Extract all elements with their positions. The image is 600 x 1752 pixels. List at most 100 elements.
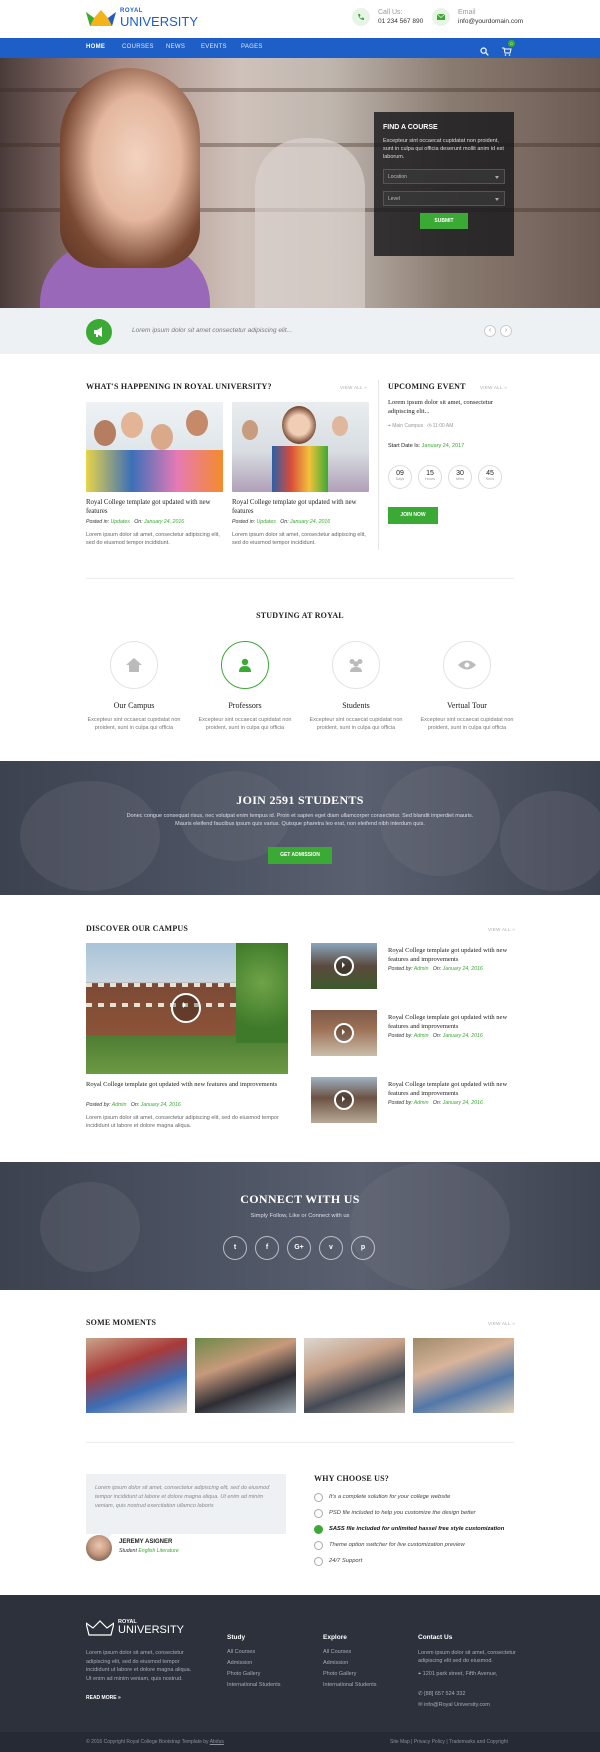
feature-our-campus[interactable]: Our Campus Excepteur sint occaecat cupid…	[86, 641, 182, 732]
footer-link[interactable]: All Courses	[323, 1649, 351, 1655]
submit-button[interactable]: SUBMIT	[420, 213, 468, 229]
author[interactable]: Admin	[414, 1033, 429, 1039]
course-finder-text: Excepteur sint occaecat cupidatat non pr…	[383, 138, 504, 160]
campus-side-title[interactable]: Royal College template got updated with …	[388, 946, 513, 964]
countdown-value: 15	[426, 470, 434, 477]
ticker-next-button[interactable]: ›	[500, 325, 512, 337]
feature-virtual-tour[interactable]: Vertual Tour Excepteur sint occaecat cup…	[419, 641, 515, 732]
play-icon[interactable]	[334, 1023, 354, 1043]
students-icon[interactable]	[332, 641, 380, 689]
moment-photo[interactable]	[413, 1338, 514, 1413]
email[interactable]: info@Royal University.com	[424, 1702, 490, 1708]
moments-view-all[interactable]: VIEW ALL »	[488, 1321, 515, 1326]
facebook-icon[interactable]: f	[255, 1236, 279, 1260]
role: English Literature	[138, 1548, 179, 1554]
nav-news[interactable]: NEWS	[166, 44, 185, 50]
footer-link[interactable]: International Students	[323, 1682, 377, 1688]
testimonial-quote: Lorem ipsum dolor sit amet, consectetur …	[86, 1474, 286, 1540]
megaphone-icon	[86, 319, 112, 345]
campus-side-video[interactable]	[311, 943, 377, 989]
feature-professors[interactable]: Professors Excepteur sint occaecat cupid…	[197, 641, 293, 732]
news-card-title[interactable]: Royal College template got updated with …	[232, 498, 369, 516]
news-card[interactable]: Royal College template got updated with …	[86, 402, 223, 547]
campus-side-title[interactable]: Royal College template got updated with …	[388, 1080, 513, 1098]
author[interactable]: Admin	[112, 1102, 127, 1108]
why-item: Theme option switcher for live customiza…	[314, 1541, 465, 1550]
level-select[interactable]: Level	[383, 191, 505, 206]
eye-icon[interactable]	[443, 641, 491, 689]
campus-side-video[interactable]	[311, 1010, 377, 1056]
countdown-unit: Days	[395, 477, 405, 481]
location-select[interactable]: Location	[383, 169, 505, 184]
ticker-text[interactable]: Lorem ipsum dolor sit amet consectetur a…	[132, 327, 292, 334]
footer-link[interactable]: Photo Gallery	[227, 1671, 260, 1677]
news-category[interactable]: Updates	[111, 519, 130, 525]
news-card-image[interactable]	[232, 402, 369, 492]
news-card-image[interactable]	[86, 402, 223, 492]
phone[interactable]: [88] 657 524 332	[424, 1691, 465, 1697]
why-item: 24/7 Support	[314, 1557, 362, 1566]
get-admission-button[interactable]: GET ADMISSION	[268, 847, 332, 864]
happening-title: WHAT'S HAPPENING IN ROYAL UNIVERSITY?	[86, 382, 272, 391]
footer-link[interactable]: International Students	[227, 1682, 281, 1688]
google-plus-icon[interactable]: G+	[287, 1236, 311, 1260]
author[interactable]: Admin	[414, 966, 429, 972]
nav-home[interactable]: HOME	[86, 44, 105, 50]
pinterest-icon[interactable]: p	[351, 1236, 375, 1260]
author[interactable]: Admin	[414, 1100, 429, 1106]
twitter-icon[interactable]: t	[223, 1236, 247, 1260]
read-more-link[interactable]: READ MORE »	[86, 1695, 121, 1701]
news-card-title[interactable]: Royal College template got updated with …	[86, 498, 223, 516]
campus-main-title[interactable]: Royal College template got updated with …	[86, 1080, 286, 1089]
happening-view-all[interactable]: VIEW ALL »	[340, 385, 367, 390]
nav-courses[interactable]: COURSES	[122, 44, 154, 50]
campus-side-title[interactable]: Royal College template got updated with …	[388, 1013, 513, 1031]
nav-events[interactable]: EVENTS	[201, 44, 227, 50]
play-icon[interactable]	[334, 956, 354, 976]
author-link[interactable]: Abdus	[210, 1739, 224, 1745]
footer-link[interactable]: Admission	[323, 1660, 348, 1666]
event-name[interactable]: Lorem ipsum dolor sit amet, consectetur …	[388, 398, 513, 416]
news-category[interactable]: Updates	[257, 519, 276, 525]
vimeo-icon[interactable]: v	[319, 1236, 343, 1260]
home-icon[interactable]	[110, 641, 158, 689]
why-title: WHY CHOOSE US?	[314, 1474, 389, 1483]
ticker-prev-button[interactable]: ‹	[484, 325, 496, 337]
email-value[interactable]: info@yourdomain.com	[458, 17, 523, 26]
play-icon[interactable]	[171, 993, 201, 1023]
campus-side-meta: Posted by: Admin On: January 24, 2016	[388, 1100, 483, 1106]
campus-main-meta: Posted by: Admin On: January 24, 2016	[86, 1102, 181, 1108]
campus-side-meta: Posted by: Admin On: January 24, 2016	[388, 1033, 483, 1039]
play-icon[interactable]	[334, 1090, 354, 1110]
campus-main-video[interactable]	[86, 943, 288, 1074]
footer-bottom-links[interactable]: Site Map | Privacy Policy | Trademarks a…	[390, 1739, 508, 1745]
feature-students[interactable]: Students Excepteur sint occaecat cupidat…	[308, 641, 404, 732]
nav-pages[interactable]: PAGES	[241, 44, 263, 50]
connect-subtitle: Simply Follow, Like or Connect with us	[250, 1213, 350, 1219]
on-label: On:	[432, 1033, 442, 1039]
check-icon	[314, 1493, 323, 1502]
studying-title: STUDYING AT ROYAL	[256, 611, 344, 620]
footer: ROYAL UNIVERSITY Lorem ipsum dolor sit am…	[0, 1595, 600, 1752]
campus-side-video[interactable]	[311, 1077, 377, 1123]
join-title: JOIN 2591 STUDENTS	[236, 793, 364, 807]
logo[interactable]: ROYAL UNIVERSITY	[86, 8, 198, 28]
countdown-days: 09 Days	[388, 465, 412, 489]
join-now-button[interactable]: JOIN NOW	[388, 507, 438, 524]
footer-link[interactable]: All Courses	[227, 1649, 255, 1655]
footer-logo[interactable]: ROYAL UNIVERSITY	[86, 1619, 184, 1636]
professor-icon[interactable]	[221, 641, 269, 689]
news-card[interactable]: Royal College template got updated with …	[232, 402, 369, 547]
moment-photo[interactable]	[304, 1338, 405, 1413]
footer-link[interactable]: Admission	[227, 1660, 252, 1666]
campus-view-all[interactable]: VIEW ALL »	[488, 927, 515, 932]
check-icon	[314, 1525, 323, 1534]
event-view-all[interactable]: VIEW ALL »	[480, 385, 507, 390]
footer-link[interactable]: Photo Gallery	[323, 1671, 356, 1677]
check-icon	[314, 1509, 323, 1518]
footer-about: Lorem ipsum dolor sit amet, consectetur …	[86, 1650, 192, 1682]
date: January 24, 2016	[442, 1100, 483, 1106]
moment-photo[interactable]	[86, 1338, 187, 1413]
call-value[interactable]: 01 234 567 890	[378, 17, 423, 26]
moment-photo[interactable]	[195, 1338, 296, 1413]
